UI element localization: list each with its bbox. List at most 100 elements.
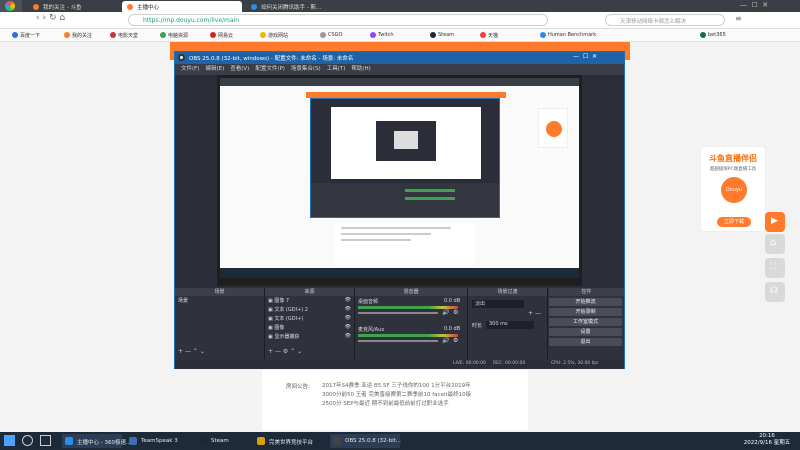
search-input[interactable]: 天津移动网络卡顿怎么解决 <box>605 14 725 26</box>
start-streaming-button[interactable]: 开始推流 <box>549 298 622 306</box>
taskbar-app[interactable]: TeamSpeak 3 <box>126 434 192 448</box>
bookmark-item[interactable]: 游戏网站 <box>260 32 288 39</box>
bookmark-item[interactable]: 天猫 <box>480 32 498 39</box>
tab-how-to-close[interactable]: 如何关闭腾讯助手 - 斯... <box>246 1 386 12</box>
minimize-icon[interactable]: — <box>740 1 747 9</box>
taskbar-app[interactable]: Steam <box>196 434 250 448</box>
mixer-channel-2: 麦克风/Aux 0.0 dB 🔊 ⚙ <box>358 326 465 350</box>
add-icon[interactable]: + <box>268 348 273 355</box>
duration-input[interactable]: 300 ms <box>486 321 534 329</box>
tab-my-follows[interactable]: 我的关注 - 斗鱼 <box>28 1 114 12</box>
cpu-fps: CPU: 2.5%, 30.00 fps <box>551 361 599 366</box>
support-side-button[interactable]: ☊ <box>765 282 785 302</box>
speaker-icon[interactable]: 🔊 <box>442 337 449 344</box>
clock: 20:16 2022/9/16 星期五 <box>742 433 792 447</box>
obs-menu-item[interactable]: 配置文件(P) <box>255 66 285 72</box>
taskbar-app[interactable]: 主播中心 - 360极速... <box>62 434 131 448</box>
app-icon <box>257 437 265 445</box>
source-label: 文本 (GDI+) <box>274 316 304 322</box>
volume-slider[interactable] <box>358 340 438 342</box>
home-side-button[interactable]: ⌂ <box>765 234 785 254</box>
refresh-icon[interactable]: ↻ <box>49 13 57 23</box>
visibility-icon[interactable]: 👁 <box>345 315 351 321</box>
obs-window[interactable]: OBS 25.0.8 (32-bit, windows) - 配置文件: 未命名… <box>174 51 625 369</box>
bookmark-item[interactable]: 电影天堂 <box>110 32 138 39</box>
obs-menu-item[interactable]: 编辑(E) <box>205 66 224 72</box>
exit-button[interactable]: 退出 <box>549 338 622 346</box>
bookmark-item[interactable]: Steam <box>430 32 454 38</box>
preview-meter-2 <box>405 197 455 200</box>
obs-menu-item[interactable]: 查看(V) <box>230 66 249 72</box>
transition-select[interactable]: 淡出 <box>472 300 524 308</box>
visibility-icon[interactable]: 👁 <box>345 333 351 339</box>
visibility-icon[interactable]: 👁 <box>345 324 351 330</box>
down-icon[interactable]: ⌄ <box>200 348 205 355</box>
add-icon[interactable]: + <box>178 348 183 355</box>
remove-icon[interactable]: — <box>185 348 191 355</box>
home-icon[interactable]: ⌂ <box>59 13 65 23</box>
taskbar-app[interactable]: 完美世界竞技平台 <box>254 434 326 448</box>
windows-start-icon[interactable] <box>4 435 15 446</box>
bookmark-item[interactable]: Human Benchmark <box>540 32 596 38</box>
preview-recursion <box>394 131 418 149</box>
task-view-icon[interactable] <box>40 435 51 446</box>
up-icon[interactable]: ⌃ <box>290 348 295 355</box>
tab-streamer-center[interactable]: 主播中心 <box>122 1 242 12</box>
scenes-dock: 场景 场景 + — ⌃ ⌄ <box>175 288 265 360</box>
scene-item[interactable]: 场景 <box>175 296 264 305</box>
bookmark-item[interactable]: 电脑资源 <box>160 32 188 39</box>
live-companion-ad[interactable]: 斗鱼直播伴侣 超越极限PC端直播工具 Douyu 立即下载 <box>700 146 766 232</box>
visibility-icon[interactable]: 👁 <box>345 297 351 303</box>
preview-nested-capture <box>331 107 481 179</box>
obs-menu-item[interactable]: 帮助(H) <box>351 66 370 72</box>
maximize-icon[interactable]: ☐ <box>751 1 757 9</box>
close-icon[interactable]: ✕ <box>762 1 768 9</box>
obs-menu-item[interactable]: 文件(F) <box>181 66 199 72</box>
obs-title-bar[interactable]: OBS 25.0.8 (32-bit, windows) - 配置文件: 未命名… <box>175 52 624 64</box>
speaker-icon[interactable]: 🔊 <box>442 309 449 316</box>
notice-label: 房间公告: <box>286 384 310 390</box>
transitions-title: 场景过渡 <box>468 288 547 296</box>
download-button[interactable]: 立即下载 <box>717 217 751 227</box>
settings-icon[interactable]: ⚙ <box>283 348 288 355</box>
add-icon[interactable]: + <box>528 310 533 317</box>
search-icon[interactable] <box>22 435 33 446</box>
source-item[interactable]: ▣ 文本 (GDI+) 👁 <box>265 314 354 323</box>
source-item[interactable]: ▣ 图像 7 👁 <box>265 296 354 305</box>
visibility-icon[interactable]: 👁 <box>345 306 351 312</box>
studio-mode-button[interactable]: 工作室模式 <box>549 318 622 326</box>
forward-icon[interactable]: › <box>42 13 46 23</box>
rec-timer: REC: 00:00:00 <box>493 361 526 366</box>
browser-logo[interactable] <box>0 0 22 12</box>
obs-menu-item[interactable]: 工具(T) <box>327 66 346 72</box>
fullscreen-side-button[interactable]: ⛶ <box>765 258 785 278</box>
browser-tab-strip: 我的关注 - 斗鱼 主播中心 如何关闭腾讯助手 - 斯... — ☐ ✕ <box>0 0 800 12</box>
remove-icon[interactable]: — <box>275 348 281 355</box>
obs-menu-item[interactable]: 场景集合(S) <box>291 66 321 72</box>
settings-button[interactable]: 设置 <box>549 328 622 336</box>
taskbar-app[interactable]: OBS 25.0.8 (32-bit... <box>330 434 401 448</box>
play-side-button[interactable]: ▶ <box>765 212 785 232</box>
up-icon[interactable]: ⌃ <box>193 348 198 355</box>
menu-icon[interactable]: ≡ <box>735 14 742 23</box>
address-input[interactable]: https://mp.douyu.com/live/main <box>128 14 548 26</box>
remove-icon[interactable]: — <box>535 310 541 317</box>
back-icon[interactable]: ‹ <box>36 13 40 23</box>
start-recording-button[interactable]: 开始录制 <box>549 308 622 316</box>
obs-window-controls[interactable]: — ☐ ✕ <box>573 53 597 60</box>
obs-preview[interactable] <box>217 75 582 286</box>
bookmark-item[interactable]: Twitch <box>370 32 394 38</box>
source-item[interactable]: ▣ 文本 (GDI+) 2 👁 <box>265 305 354 314</box>
bookmark-item[interactable]: 我的关注 <box>64 32 92 39</box>
source-item[interactable]: ▣ 图像 👁 <box>265 323 354 332</box>
bookmark-item[interactable]: CSGO <box>320 32 342 38</box>
bookmark-item[interactable]: bet365 <box>700 32 726 38</box>
bookmark-item[interactable]: 网易云 <box>210 32 233 39</box>
volume-slider[interactable] <box>358 312 438 314</box>
source-item[interactable]: ▣ 显示器捕获 👁 <box>265 332 354 341</box>
down-icon[interactable]: ⌄ <box>297 348 302 355</box>
house-icon: ⌂ <box>770 237 777 248</box>
gear-icon[interactable]: ⚙ <box>453 309 458 316</box>
gear-icon[interactable]: ⚙ <box>453 337 458 344</box>
bookmark-item[interactable]: 百度一下 <box>12 32 40 39</box>
